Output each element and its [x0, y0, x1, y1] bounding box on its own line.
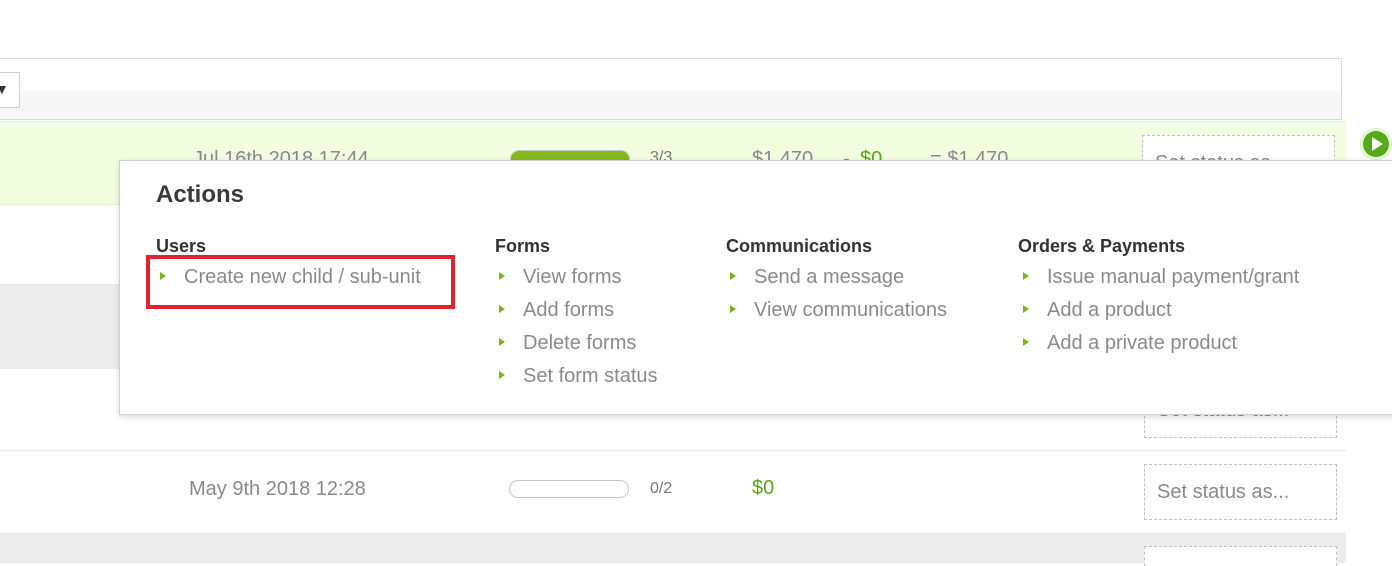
triangle-bullet-icon	[499, 304, 505, 313]
chevron-down-icon: ▼	[0, 81, 9, 97]
highlight-box	[146, 255, 455, 309]
triangle-bullet-icon	[730, 271, 736, 280]
row-date: May 9th 2018 12:28	[189, 478, 366, 500]
popup-title: Actions	[156, 181, 245, 208]
triangle-bullet-icon	[499, 370, 505, 379]
action-send-message[interactable]: Send a message	[730, 266, 904, 289]
action-set-form-status[interactable]: Set form status	[499, 365, 658, 388]
play-icon[interactable]	[1360, 128, 1392, 160]
triangle-bullet-icon	[499, 271, 505, 280]
triangle-bullet-icon	[1023, 337, 1029, 346]
triangle-bullet-icon	[499, 337, 505, 346]
triangle-bullet-icon	[1023, 271, 1029, 280]
filter-bar	[0, 58, 1342, 120]
set-status-button[interactable]: Set status as...	[1144, 464, 1337, 520]
form-ratio: 0/2	[650, 480, 673, 497]
group-heading-communications: Communications	[726, 236, 873, 256]
group-heading-forms: Forms	[495, 236, 551, 256]
group-heading-orders-payments: Orders & Payments	[1018, 236, 1186, 256]
progress-bar	[509, 480, 629, 498]
action-delete-forms[interactable]: Delete forms	[499, 332, 636, 355]
set-status-button[interactable]	[1144, 546, 1337, 566]
action-add-product[interactable]: Add a product	[1023, 299, 1172, 322]
filter-dropdown[interactable]: ▼	[0, 72, 20, 108]
action-issue-manual-payment[interactable]: Issue manual payment/grant	[1023, 266, 1299, 289]
action-add-forms[interactable]: Add forms	[499, 299, 614, 322]
action-add-private-product[interactable]: Add a private product	[1023, 332, 1237, 355]
triangle-bullet-icon	[730, 304, 736, 313]
row-total: $0	[752, 477, 775, 499]
actions-popup: Actions Users Create new child / sub-uni…	[119, 160, 1392, 415]
action-view-communications[interactable]: View communications	[730, 299, 947, 322]
triangle-bullet-icon	[1023, 304, 1029, 313]
action-view-forms[interactable]: View forms	[499, 266, 622, 289]
group-heading-users: Users	[156, 236, 207, 256]
